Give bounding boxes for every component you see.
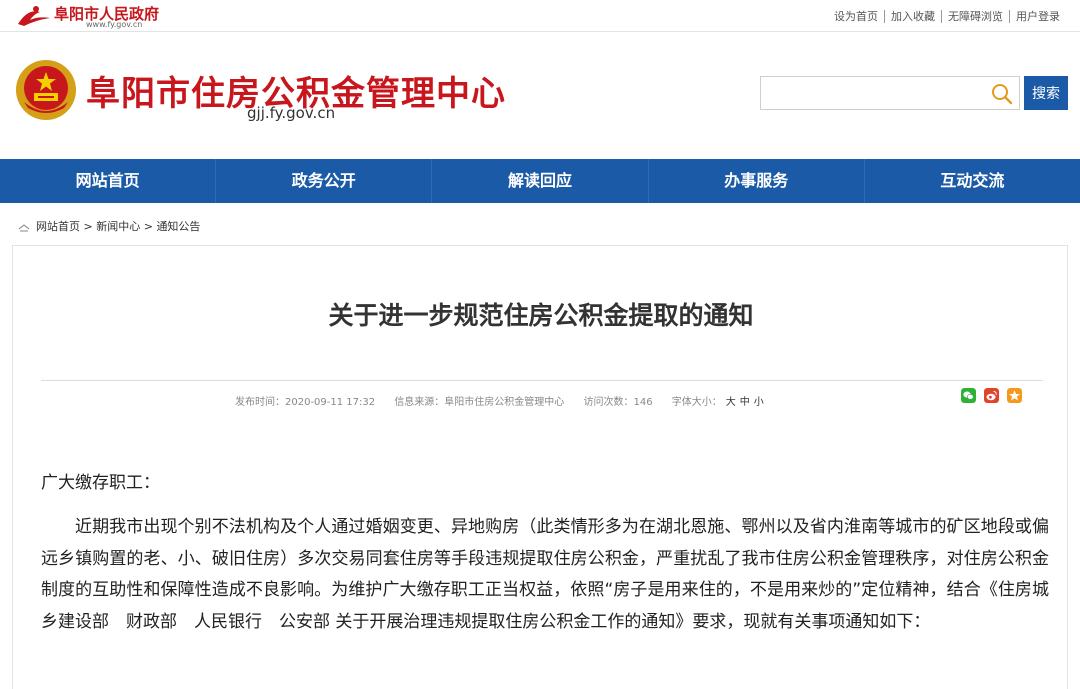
search-input[interactable]: [761, 77, 986, 109]
title-divider: [41, 380, 1043, 381]
nav-item-services[interactable]: 办事服务: [649, 159, 865, 203]
breadcrumb-separator: >: [143, 220, 153, 233]
nav-item-interaction[interactable]: 互动交流: [865, 159, 1080, 203]
top-bar: 阜阳市人民政府 www.fy.gov.cn 设为首页 加入收藏 无障碍浏览 用户登录: [0, 0, 1080, 32]
article-title: 关于进一步规范住房公积金提取的通知: [328, 301, 754, 330]
publish-time: 发布时间：2020-09-11 17:32: [235, 397, 376, 408]
city-logo-icon: [18, 6, 50, 26]
breadcrumb-notices[interactable]: 通知公告: [156, 220, 200, 233]
search-icon[interactable]: [991, 83, 1013, 105]
article-container: 关于进一步规范住房公积金提取的通知 发布时间：2020-09-11 17:32 …: [12, 245, 1068, 689]
nav-item-government-affairs[interactable]: 政务公开: [216, 159, 433, 203]
search-button[interactable]: 搜索: [1024, 76, 1068, 110]
national-emblem-icon: [16, 60, 76, 120]
breadcrumb-news[interactable]: 新闻中心: [96, 220, 140, 233]
article-meta: 发布时间：2020-09-11 17:32 信息来源：阜阳市住房公积金管理中心 …: [235, 393, 768, 408]
city-government-brand[interactable]: 阜阳市人民政府 www.fy.gov.cn: [14, 2, 234, 30]
set-homepage-link[interactable]: 设为首页: [828, 10, 884, 23]
user-login-link[interactable]: 用户登录: [1009, 10, 1066, 23]
info-source: 信息来源：阜阳市住房公积金管理中心: [394, 397, 565, 408]
site-header: 阜阳市住房公积金管理中心 gjj.fy.gov.cn 搜索: [0, 32, 1080, 159]
accessibility-link[interactable]: 无障碍浏览: [941, 10, 1009, 23]
wechat-icon[interactable]: [961, 388, 976, 403]
nav-item-interpretation[interactable]: 解读回应: [432, 159, 649, 203]
search-box: [760, 76, 1020, 110]
view-count: 访问次数：146: [583, 397, 653, 408]
breadcrumb-home[interactable]: 网站首页: [36, 220, 80, 233]
article-paragraph: 近期我市出现个别不法机构及个人通过婚姻变更、异地购房（此类情形多为在湖北恩施、鄂…: [41, 517, 1049, 632]
font-size-small[interactable]: 小: [754, 397, 764, 408]
utility-links: 设为首页 加入收藏 无障碍浏览 用户登录: [828, 8, 1066, 24]
city-government-url: www.fy.gov.cn: [86, 20, 143, 29]
weibo-icon[interactable]: [984, 388, 1000, 403]
breadcrumb-separator: >: [83, 220, 93, 233]
main-nav: 网站首页 政务公开 解读回应 办事服务 互动交流: [0, 159, 1080, 203]
font-size-label: 字体大小：: [671, 397, 722, 408]
breadcrumb: 网站首页 > 新闻中心 > 通知公告: [18, 218, 200, 234]
share-buttons: [961, 388, 1025, 406]
add-favorite-link[interactable]: 加入收藏: [884, 10, 941, 23]
favorite-icon[interactable]: [1007, 388, 1023, 403]
article-salutation: 广大缴存职工：: [41, 473, 160, 493]
nav-item-home[interactable]: 网站首页: [0, 159, 217, 203]
font-size-large[interactable]: 大: [726, 397, 736, 408]
location-icon: [18, 224, 30, 232]
font-size-medium[interactable]: 中: [740, 397, 750, 408]
site-url: gjj.fy.gov.cn: [247, 104, 336, 122]
